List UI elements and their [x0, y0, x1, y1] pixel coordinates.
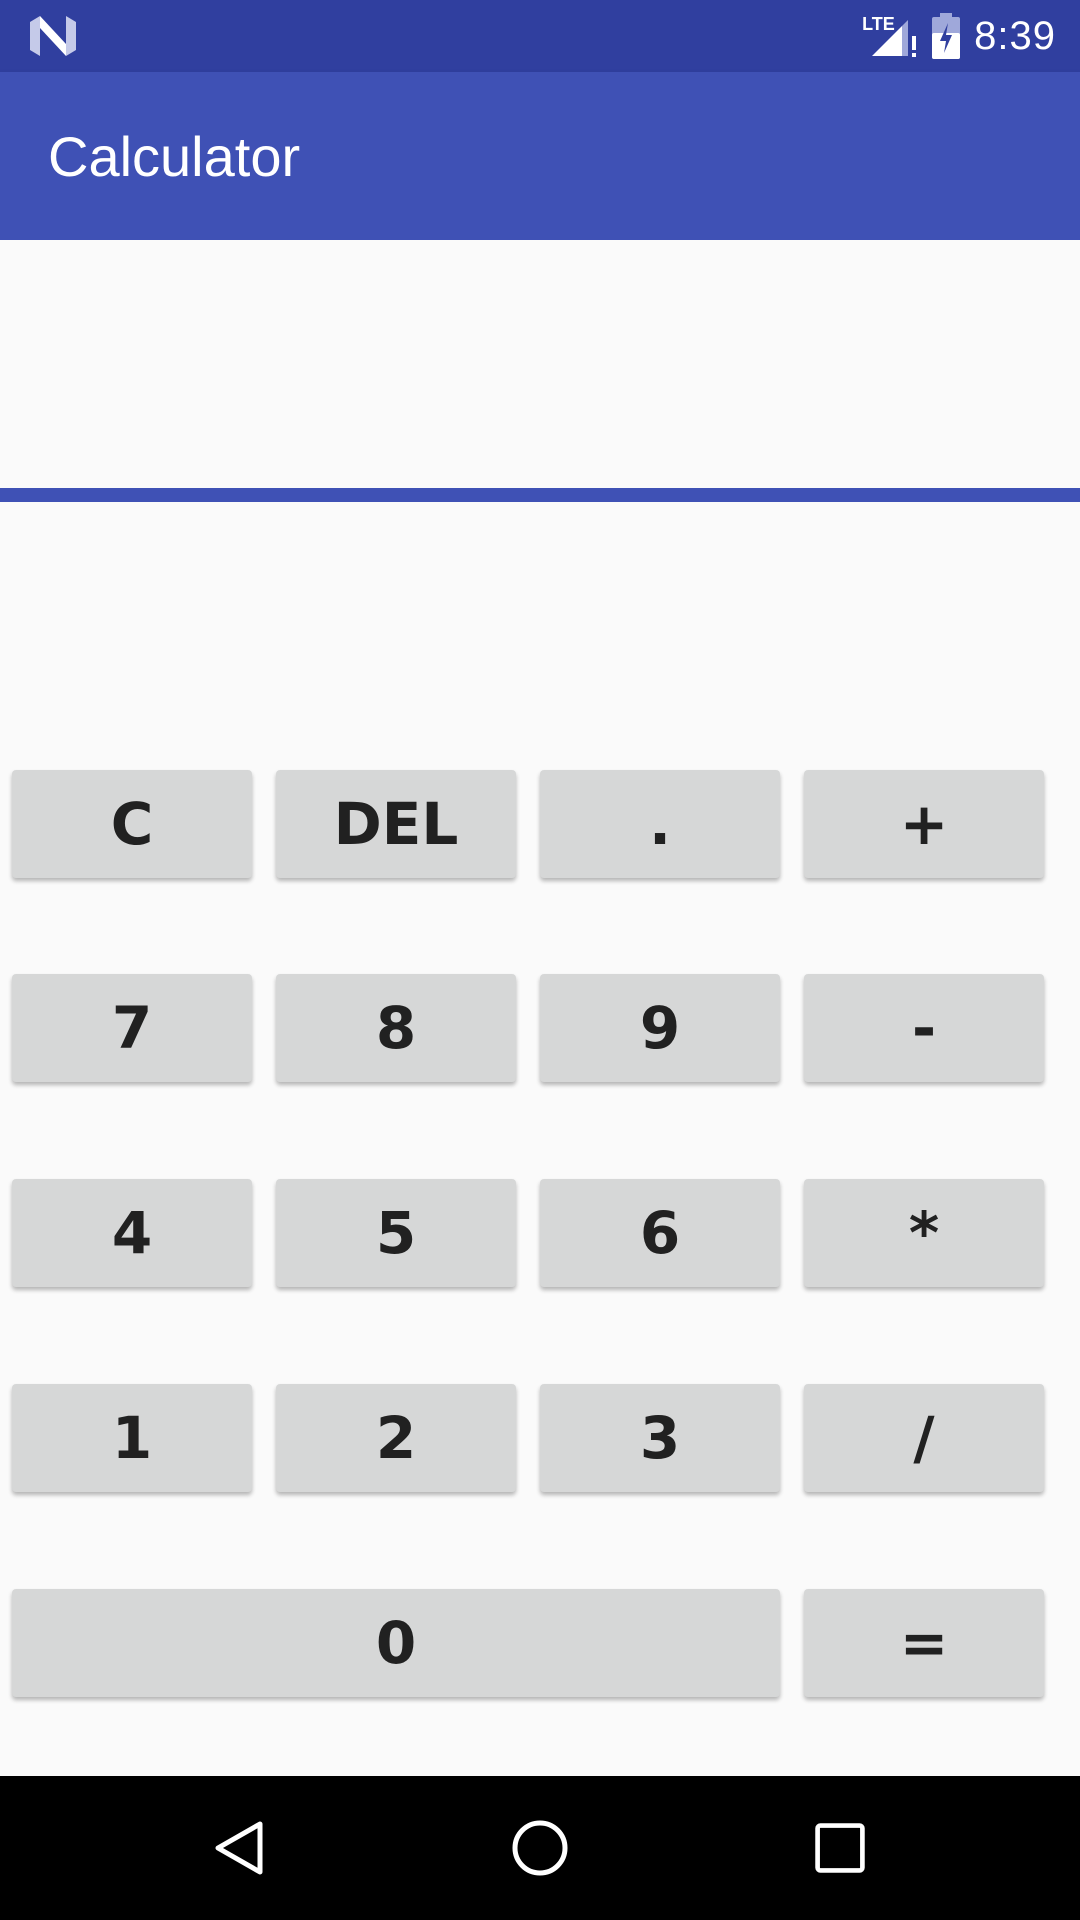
digit-8-button[interactable]: 8 [276, 974, 516, 1082]
digit-2-button[interactable]: 2 [276, 1384, 516, 1492]
multiply-button[interactable]: * [804, 1179, 1044, 1287]
add-button[interactable]: + [804, 770, 1044, 878]
app-bar: Calculator [0, 72, 1080, 240]
back-button[interactable] [204, 1812, 276, 1884]
status-time: 8:39 [974, 13, 1056, 58]
network-signal: LTE [862, 14, 918, 58]
digit-5-button[interactable]: 5 [276, 1179, 516, 1287]
status-indicators: LTE 8:39 [862, 0, 1056, 72]
display-underline [0, 488, 1080, 502]
navigation-bar [0, 1776, 1080, 1920]
back-triangle-icon [215, 1821, 263, 1875]
digit-6-button[interactable]: 6 [540, 1179, 780, 1287]
divide-button[interactable]: / [804, 1384, 1044, 1492]
clear-button[interactable]: C [12, 770, 252, 878]
recents-button[interactable] [804, 1812, 876, 1884]
n-logo-icon [30, 16, 76, 56]
signal-alert-icon [872, 20, 917, 57]
equals-button[interactable]: = [804, 1589, 1044, 1697]
recents-square-icon [815, 1823, 865, 1873]
digit-3-button[interactable]: 3 [540, 1384, 780, 1492]
digit-1-button[interactable]: 1 [12, 1384, 252, 1492]
calculator-display[interactable] [0, 240, 1080, 488]
digit-9-button[interactable]: 9 [540, 974, 780, 1082]
battery-charging-icon [932, 13, 961, 59]
digit-0-button[interactable]: 0 [12, 1589, 780, 1697]
digit-4-button[interactable]: 4 [12, 1179, 252, 1287]
status-bar: LTE 8:39 [0, 0, 1080, 72]
home-button[interactable] [504, 1812, 576, 1884]
home-circle-icon [512, 1820, 568, 1876]
digit-7-button[interactable]: 7 [12, 974, 252, 1082]
app-title: Calculator [48, 125, 301, 188]
decimal-button[interactable]: . [540, 770, 780, 878]
subtract-button[interactable]: - [804, 974, 1044, 1082]
delete-button[interactable]: DEL [276, 770, 516, 878]
